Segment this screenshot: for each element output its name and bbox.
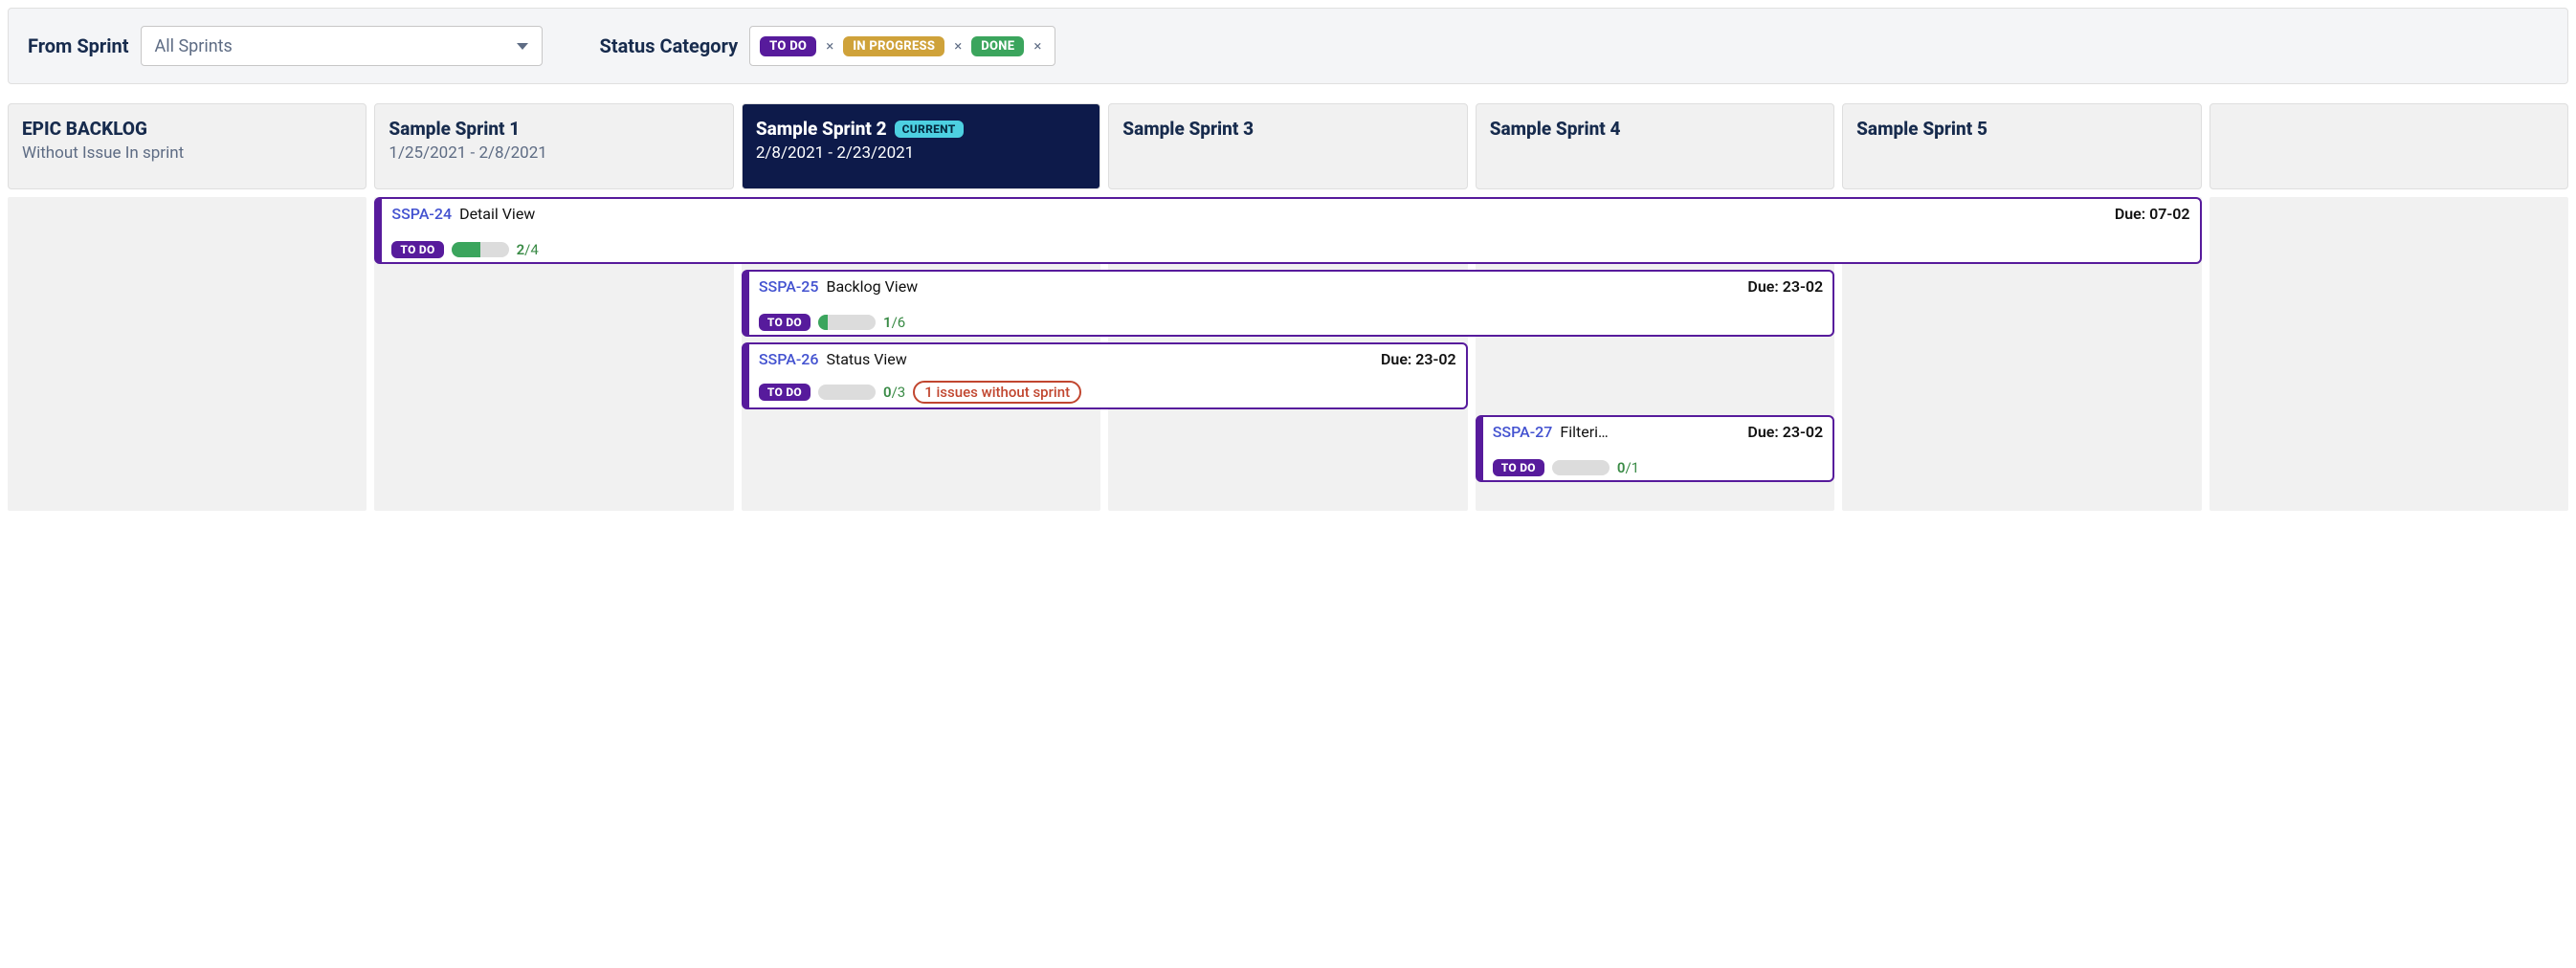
column-title: Sample Sprint 3 xyxy=(1122,118,1254,140)
from-sprint-label: From Sprint xyxy=(28,34,129,57)
progress-ratio: 0/1 xyxy=(1617,459,1639,476)
status-pill: TO DO xyxy=(1493,459,1544,476)
issue-key-link[interactable]: SSPA-27 xyxy=(1493,423,1553,441)
card-rows: SSPA-24Detail ViewDue: 07-02TO DO2/4SSPA… xyxy=(8,197,2568,484)
progress-ratio: 2/4 xyxy=(517,241,539,258)
due-date: Due: 23-02 xyxy=(1381,350,1456,368)
column-title: Sample Sprint 1 xyxy=(389,118,520,140)
issue-title: Status View xyxy=(826,350,906,368)
remove-chip-icon[interactable]: × xyxy=(954,37,962,55)
sprint-board: EPIC BACKLOG Without Issue In sprint Sampl… xyxy=(8,103,2568,511)
epic-card[interactable]: SSPA-24 Detail View Due: 07-02 TO DO 2/4 xyxy=(374,197,2201,264)
column-header[interactable]: Sample Sprint 1 1/25/2021 - 2/8/2021 xyxy=(374,103,733,189)
column-subtitle: 1/25/2021 - 2/8/2021 xyxy=(389,143,719,163)
due-date: Due: 23-02 xyxy=(1747,423,1823,441)
issue-title: Backlog View xyxy=(826,277,918,296)
issue-key-link[interactable]: SSPA-26 xyxy=(759,350,819,368)
status-pill: TO DO xyxy=(391,241,443,258)
remove-chip-icon[interactable]: × xyxy=(1033,37,1041,55)
progress-ratio: 0/3 xyxy=(883,384,905,401)
progress-bar xyxy=(818,315,876,330)
column-title: Sample Sprint 5 xyxy=(1856,118,1988,140)
progress-bar xyxy=(452,242,509,257)
status-chip[interactable]: TO DO xyxy=(760,36,816,56)
status-category-label: Status Category xyxy=(600,34,739,57)
column-header[interactable]: Sample Sprint 4 xyxy=(1476,103,1834,189)
filter-bar: From Sprint All Sprints Status Category … xyxy=(8,8,2568,84)
due-date: Due: 07-02 xyxy=(2115,205,2190,223)
column-subtitle: Without Issue In sprint xyxy=(22,143,352,163)
status-chip[interactable]: IN PROGRESS xyxy=(843,36,944,56)
column-subtitle: 2/8/2021 - 2/23/2021 xyxy=(756,143,1086,163)
due-date: Due: 23-02 xyxy=(1747,277,1823,296)
warning-pill[interactable]: 1 issues without sprint xyxy=(913,381,1081,404)
column-title: Sample Sprint 4 xyxy=(1490,118,1621,140)
remove-chip-icon[interactable]: × xyxy=(826,37,833,55)
epic-card[interactable]: SSPA-25 Backlog View Due: 23-02 TO DO 1/6 xyxy=(742,270,1834,337)
column-header[interactable] xyxy=(2210,103,2568,189)
column-header[interactable]: Sample Sprint 2 CURRENT 2/8/2021 - 2/23/20… xyxy=(742,103,1100,189)
status-pill: TO DO xyxy=(759,314,811,331)
status-category-filter: Status Category TO DO × IN PROGRESS × DONE × xyxy=(600,26,1056,66)
status-pill: TO DO xyxy=(759,384,811,401)
status-category-tags[interactable]: TO DO × IN PROGRESS × DONE × xyxy=(749,26,1055,66)
from-sprint-filter: From Sprint All Sprints xyxy=(28,26,543,66)
column-header[interactable]: EPIC BACKLOG Without Issue In sprint xyxy=(8,103,366,189)
issue-title: Detail View xyxy=(459,205,535,223)
progress-bar xyxy=(818,385,876,400)
progress-bar xyxy=(1552,460,1610,475)
chevron-down-icon xyxy=(517,43,528,50)
from-sprint-value: All Sprints xyxy=(155,36,233,56)
column-header[interactable]: Sample Sprint 3 xyxy=(1108,103,1467,189)
lane-area: SSPA-24Detail ViewDue: 07-02TO DO2/4SSPA… xyxy=(8,197,2568,511)
issue-title: Filteri… xyxy=(1560,423,1608,441)
epic-card[interactable]: SSPA-27 Filteri… Due: 23-02 TO DO 0/1 xyxy=(1476,415,1834,482)
current-badge: CURRENT xyxy=(895,121,964,138)
issue-key-link[interactable]: SSPA-24 xyxy=(391,205,452,223)
progress-ratio: 1/6 xyxy=(883,314,905,331)
column-title: Sample Sprint 2 xyxy=(756,118,887,140)
from-sprint-select[interactable]: All Sprints xyxy=(141,26,543,66)
column-headers: EPIC BACKLOG Without Issue In sprint Sampl… xyxy=(8,103,2568,189)
epic-card[interactable]: SSPA-26 Status View Due: 23-02 TO DO 0/3 1 is… xyxy=(742,342,1468,409)
status-chip[interactable]: DONE xyxy=(971,36,1024,56)
column-title: EPIC BACKLOG xyxy=(22,118,147,140)
issue-key-link[interactable]: SSPA-25 xyxy=(759,277,819,296)
column-header[interactable]: Sample Sprint 5 xyxy=(1842,103,2201,189)
